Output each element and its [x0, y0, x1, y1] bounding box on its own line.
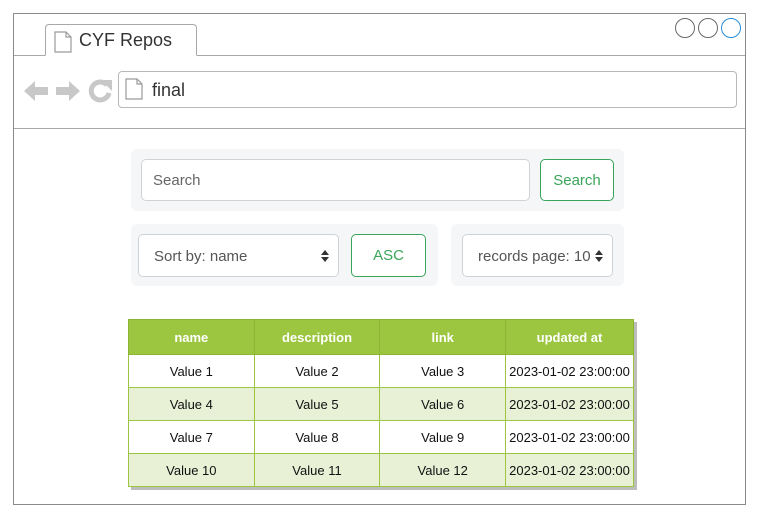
close-button[interactable] [721, 18, 741, 38]
table-cell: 2023-01-02 23:00:00 [505, 387, 634, 421]
table-row: Value 1 Value 2 Value 3 2023-01-02 23:00… [128, 354, 634, 388]
window-controls [675, 18, 741, 40]
table-cell: Value 2 [253, 354, 381, 388]
column-header-description[interactable]: description [253, 319, 381, 355]
browser-tab[interactable]: CYF Repos [45, 24, 197, 56]
table-cell: Value 1 [128, 354, 255, 388]
table-cell: Value 9 [379, 420, 507, 454]
sort-select-value: Sort by: name [154, 248, 248, 265]
tab-strip: CYF Repos [14, 14, 745, 56]
table-cell: 2023-01-02 23:00:00 [505, 420, 634, 454]
repos-table: name description link updated at Value 1… [128, 319, 634, 487]
page-icon [54, 31, 72, 53]
address-bar[interactable]: final [118, 71, 737, 108]
records-select-value: records page: 10 [478, 248, 591, 265]
table-cell: Value 10 [128, 453, 255, 487]
sort-select[interactable]: Sort by: name [138, 234, 339, 277]
table-cell: 2023-01-02 23:00:00 [505, 453, 634, 487]
table-row: Value 10 Value 11 Value 12 2023-01-02 23… [128, 453, 634, 487]
table-cell: Value 11 [253, 453, 381, 487]
records-panel: records page: 10 [451, 224, 624, 286]
records-per-page-select[interactable]: records page: 10 [462, 234, 613, 277]
table-cell: Value 5 [253, 387, 381, 421]
search-panel: Search Search [131, 149, 624, 211]
reload-icon[interactable] [87, 78, 113, 104]
minimize-button[interactable] [675, 18, 695, 38]
page-content: Search Search Sort by: name ASC records … [14, 129, 745, 504]
table-row: Value 4 Value 5 Value 6 2023-01-02 23:00… [128, 387, 634, 421]
table-cell: Value 6 [379, 387, 507, 421]
search-button[interactable]: Search [540, 159, 614, 201]
table-cell: Value 8 [253, 420, 381, 454]
address-text: final [152, 80, 186, 100]
search-placeholder: Search [153, 172, 201, 189]
table-cell: Value 7 [128, 420, 255, 454]
maximize-button[interactable] [698, 18, 718, 38]
tab-title: CYF Repos [79, 30, 173, 50]
table-row: Value 7 Value 8 Value 9 2023-01-02 23:00… [128, 420, 634, 454]
table-header-row: name description link updated at [128, 319, 634, 355]
column-header-link[interactable]: link [379, 319, 507, 355]
sort-order-button[interactable]: ASC [351, 234, 426, 277]
sort-panel: Sort by: name ASC [131, 224, 438, 286]
search-input[interactable]: Search [141, 159, 530, 201]
browser-window: CYF Repos final Search Search Sort by: n… [13, 13, 746, 505]
column-header-name[interactable]: name [128, 319, 255, 355]
table-cell: 2023-01-02 23:00:00 [505, 354, 634, 388]
back-arrow-icon[interactable] [23, 78, 49, 104]
select-arrows-icon [321, 250, 329, 262]
table-cell: Value 12 [379, 453, 507, 487]
forward-arrow-icon[interactable] [55, 78, 81, 104]
column-header-updated-at[interactable]: updated at [505, 319, 634, 355]
page-icon [125, 78, 143, 100]
select-arrows-icon [595, 250, 603, 262]
table-cell: Value 3 [379, 354, 507, 388]
navigation-bar: final [14, 56, 745, 129]
table-cell: Value 4 [128, 387, 255, 421]
